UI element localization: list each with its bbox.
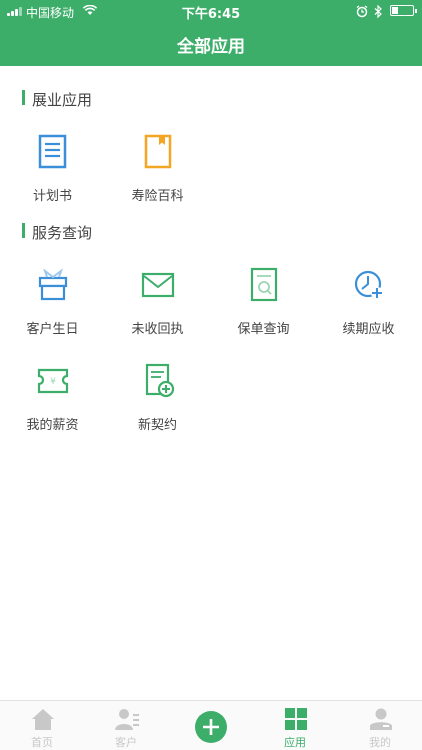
tab-label: 我的	[369, 736, 391, 749]
bluetooth-icon	[374, 5, 382, 18]
app-new-contract[interactable]: 新契约	[105, 362, 210, 442]
app-policy-query[interactable]: 保单查询	[211, 266, 316, 346]
app-label: 续期应收	[342, 322, 395, 337]
bottom-tab-bar: 首页 客户 应用 我的	[0, 700, 422, 750]
app-insurance-encyclopedia[interactable]: 寿险百科	[105, 133, 210, 213]
gift-icon	[38, 268, 68, 301]
grid-icon	[285, 708, 307, 730]
app-label: 新契约	[137, 418, 177, 433]
app-my-salary[interactable]: ¥ 我的薪资	[0, 362, 105, 442]
tab-label: 客户	[115, 736, 137, 749]
battery-icon	[390, 5, 417, 16]
tab-label: 应用	[284, 736, 306, 749]
document-icon	[38, 134, 67, 169]
tab-customers[interactable]: 客户	[84, 701, 168, 750]
app-label: 保单查询	[237, 322, 290, 337]
tab-apps[interactable]: 应用	[253, 701, 337, 750]
app-proposal[interactable]: 计划书	[0, 133, 105, 213]
svg-text:¥: ¥	[50, 377, 56, 387]
plus-icon	[203, 719, 219, 735]
app-label: 寿险百科	[131, 189, 184, 204]
app-customer-birthday[interactable]: 客户生日	[0, 266, 105, 346]
tab-label: 首页	[31, 736, 53, 749]
tab-profile[interactable]: 我的	[338, 701, 422, 750]
salary-ticket-icon: ¥	[37, 368, 69, 394]
app-renewal-receivable[interactable]: 续期应收	[316, 266, 421, 346]
page-title: 全部应用	[177, 37, 245, 57]
app-label: 未收回执	[131, 322, 184, 337]
envelope-icon	[141, 272, 175, 298]
book-icon	[144, 134, 172, 169]
app-unreceived-receipt[interactable]: 未收回执	[105, 266, 210, 346]
status-bar: 中国移动 下午6:45	[0, 0, 422, 22]
section-accent-bar	[22, 90, 25, 105]
policy-search-icon	[250, 267, 278, 302]
app-label: 我的薪资	[26, 418, 79, 433]
customer-icon	[115, 709, 139, 730]
section-accent-bar	[22, 223, 25, 238]
app-header: 中国移动 下午6:45 全部应用	[0, 0, 422, 66]
add-button[interactable]	[195, 711, 227, 743]
new-contract-icon	[145, 363, 175, 398]
app-label: 计划书	[32, 189, 72, 204]
home-icon	[32, 709, 54, 730]
profile-icon	[370, 708, 392, 730]
tab-home[interactable]: 首页	[0, 701, 84, 750]
clock-add-icon	[354, 270, 383, 299]
alarm-icon	[356, 5, 368, 18]
app-label: 客户生日	[26, 322, 79, 337]
